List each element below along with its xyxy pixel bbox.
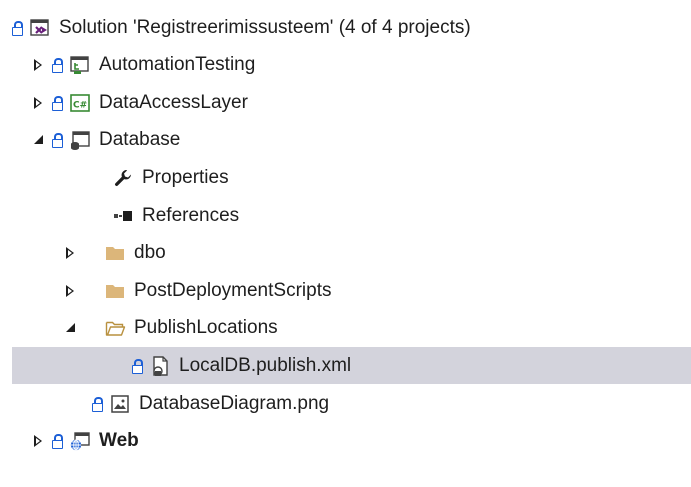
tree-item-label: PostDeploymentScripts [134,279,332,301]
tree-item-label: Web [99,430,139,452]
lock-icon [52,434,63,450]
csharp-project-icon: C# [69,92,91,114]
references-icon [112,205,134,227]
tree-item-label: DatabaseDiagram.png [139,392,330,414]
tree-item-web[interactable]: Web [0,423,691,460]
tree-item-label: Solution 'Registreerimissusteem' (4 of 4… [59,16,471,38]
collapsed-arrow-icon[interactable] [32,434,46,448]
tree-item-database[interactable]: Database [0,122,691,159]
tree-item-properties[interactable]: Properties [0,159,691,196]
tree-item-publishlocations[interactable]: PublishLocations [0,310,691,347]
lock-icon [92,396,103,412]
tree-item-label: Properties [142,166,229,188]
web-project-icon [69,430,91,452]
image-file-icon [109,393,131,415]
tree-item-label: Database [99,129,181,151]
solution-icon [29,17,51,39]
lock-icon [132,358,143,374]
collapsed-arrow-icon[interactable] [64,246,78,260]
tree-item-dataaccesslayer[interactable]: C# DataAccessLayer [0,84,691,121]
folder-icon [104,280,126,302]
solution-explorer: Solution 'Registreerimissusteem' (4 of 4… [0,0,691,487]
test-project-icon [69,54,91,76]
collapsed-arrow-icon[interactable] [32,58,46,72]
expanded-arrow-icon[interactable] [32,133,46,147]
tree-item-dbo[interactable]: dbo [0,235,691,272]
folder-open-icon [104,317,126,339]
lock-icon [52,58,63,74]
database-project-icon [69,129,91,151]
expanded-arrow-icon[interactable] [64,321,78,335]
lock-icon [52,95,63,111]
tree-item-label: LocalDB.publish.xml [179,354,352,376]
collapsed-arrow-icon[interactable] [32,96,46,110]
tree-item-label: PublishLocations [134,317,278,339]
tree-item-automationtesting[interactable]: AutomationTesting [0,47,691,84]
folder-icon [104,242,126,264]
tree-item-databasediagram-png[interactable]: DatabaseDiagram.png [0,385,691,422]
publish-file-icon [149,355,171,377]
tree-item-label: AutomationTesting [99,54,256,76]
lock-icon [52,133,63,149]
tree-item-postdeploymentscripts[interactable]: PostDeploymentScripts [0,272,691,309]
lock-icon [12,20,23,36]
svg-text:C#: C# [73,100,87,110]
tree-item-label: References [142,204,240,226]
tree-item-localdb-publish-xml[interactable]: LocalDB.publish.xml [12,347,691,385]
tree-item-references[interactable]: References [0,197,691,234]
tree-item-solution-registreerimissusteem-4-of-4-projects[interactable]: Solution 'Registreerimissusteem' (4 of 4… [0,9,691,46]
tree-item-label: dbo [134,242,166,264]
collapsed-arrow-icon[interactable] [64,284,78,298]
wrench-icon [112,167,134,189]
tree-item-label: DataAccessLayer [99,91,248,113]
